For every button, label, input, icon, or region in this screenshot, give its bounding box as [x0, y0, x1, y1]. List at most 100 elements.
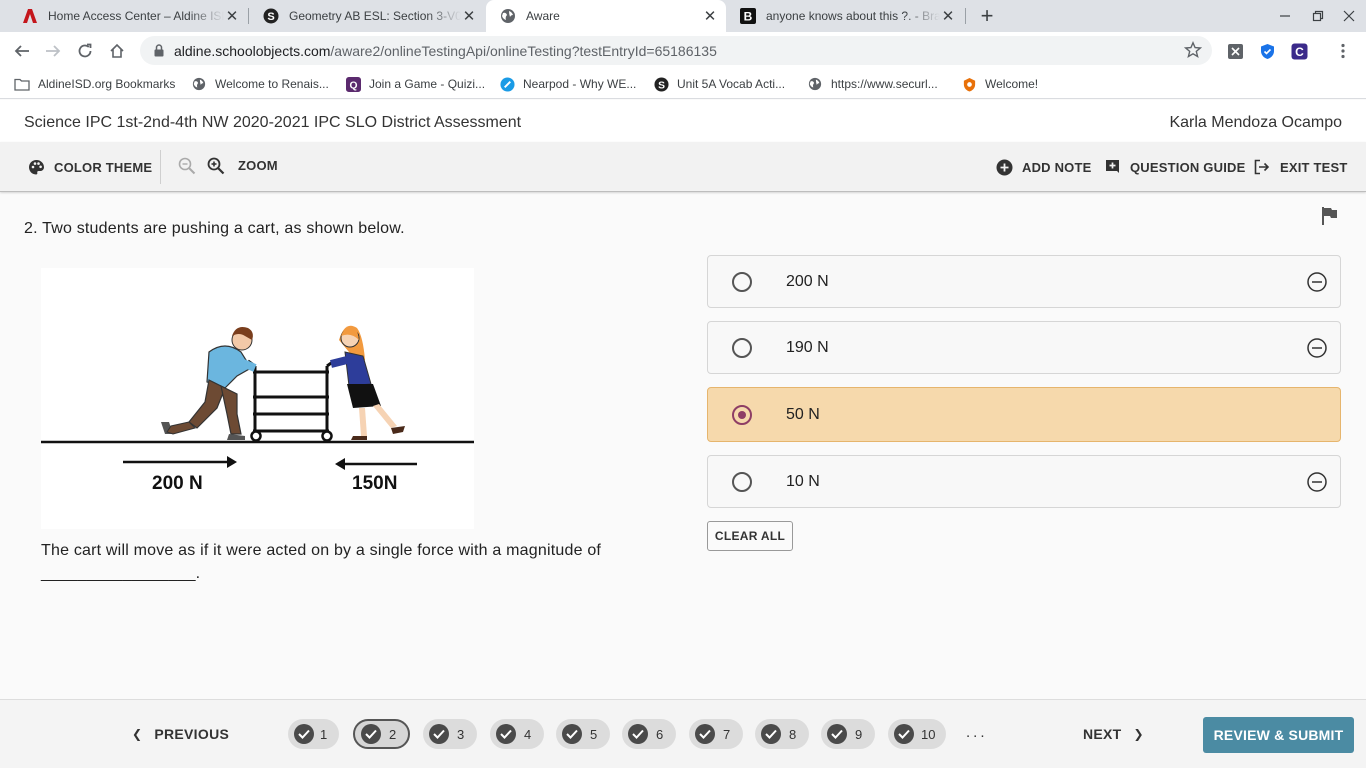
- question-number: 6: [656, 726, 664, 742]
- color-theme-button[interactable]: COLOR THEME: [26, 158, 152, 176]
- add-note-button[interactable]: ADD NOTE: [994, 158, 1092, 176]
- question-number: 3: [457, 726, 465, 742]
- quizizz-icon: Q: [345, 76, 361, 92]
- browser-tab-home-access[interactable]: Home Access Center – Aldine ISD ✕: [8, 0, 248, 32]
- bookmark-aldine[interactable]: AldineISD.org Bookmarks: [14, 76, 175, 92]
- plus-circle-icon: [994, 158, 1014, 176]
- exit-icon: [1252, 158, 1272, 176]
- home-icon[interactable]: [104, 38, 130, 64]
- question-figure: 200 N 150N: [41, 268, 474, 529]
- address-bar[interactable]: aldine.schoolobjects.com/aware2/onlineTe…: [140, 36, 1212, 65]
- url-text: aldine.schoolobjects.com/aware2/onlineTe…: [174, 43, 717, 59]
- close-icon[interactable]: ✕: [702, 8, 718, 25]
- restore-icon[interactable]: [1301, 0, 1335, 32]
- bookmark-renaissance[interactable]: Welcome to Renais...: [191, 76, 329, 92]
- question-number: 10: [921, 726, 936, 742]
- strikethrough-minus-icon[interactable]: [1307, 338, 1327, 358]
- question-pill-9[interactable]: 9: [821, 719, 875, 749]
- test-header: Science IPC 1st-2nd-4th NW 2020-2021 IPC…: [0, 100, 1366, 142]
- question-guide-button[interactable]: QUESTION GUIDE: [1102, 158, 1245, 176]
- clear-all-button[interactable]: CLEAR ALL: [707, 521, 793, 551]
- strikethrough-minus-icon[interactable]: [1307, 472, 1327, 492]
- bookmark-welcome[interactable]: Welcome!: [961, 76, 1038, 92]
- bookmark-star-icon[interactable]: [1183, 41, 1203, 64]
- folder-icon: [14, 76, 30, 92]
- previous-label: PREVIOUS: [154, 726, 230, 742]
- close-window-icon[interactable]: [1332, 0, 1366, 32]
- browser-tab-aware[interactable]: Aware ✕: [486, 0, 726, 32]
- question-number: 2: [389, 726, 397, 742]
- bookmark-quizizz[interactable]: Q Join a Game - Quizi...: [345, 76, 485, 92]
- close-icon[interactable]: ✕: [461, 8, 477, 25]
- radio-button[interactable]: [732, 272, 752, 292]
- zoom-out-icon: [177, 157, 197, 175]
- question-pill-7[interactable]: 7: [689, 719, 743, 749]
- forward-arrow-icon[interactable]: [40, 38, 66, 64]
- radio-button-selected[interactable]: [732, 405, 752, 425]
- reload-icon[interactable]: [72, 38, 98, 64]
- securly-shield-icon[interactable]: [1258, 42, 1276, 60]
- close-icon[interactable]: ✕: [224, 8, 240, 25]
- next-button[interactable]: NEXT ❯: [1083, 726, 1144, 742]
- test-navigation-footer: ❮ PREVIOUS 1 2 3 4 5 6 7 8 9 10 ... NEXT…: [0, 699, 1366, 768]
- radio-button[interactable]: [732, 338, 752, 358]
- check-icon: [628, 724, 648, 744]
- svg-text:S: S: [267, 11, 274, 23]
- right-force-label: 150N: [352, 473, 398, 494]
- zoom-label: ZOOM: [238, 158, 278, 173]
- strikethrough-minus-icon[interactable]: [1307, 272, 1327, 292]
- new-tab-button[interactable]: +: [974, 3, 1000, 28]
- browser-tab-geometry[interactable]: S Geometry AB ESL: Section 3-V02 ✕: [249, 0, 485, 32]
- browser-tab-brainly[interactable]: B anyone knows about this ?. - Brainly ✕: [726, 0, 964, 32]
- question-number: 2.: [24, 220, 38, 237]
- shield-icon: [961, 76, 977, 92]
- check-icon: [429, 724, 449, 744]
- answer-option-a[interactable]: 200 N: [707, 255, 1341, 308]
- bookmark-unit5a[interactable]: S Unit 5A Vocab Acti...: [653, 76, 785, 92]
- minimize-icon[interactable]: [1268, 0, 1302, 32]
- adobe-a-icon: [22, 8, 38, 24]
- question-pill-10[interactable]: 10: [888, 719, 946, 749]
- globe-icon: [500, 8, 516, 24]
- previous-button[interactable]: ❮ PREVIOUS: [132, 726, 229, 742]
- bookmark-label: Welcome to Renais...: [215, 77, 329, 91]
- answer-option-b[interactable]: 190 N: [707, 321, 1341, 374]
- flag-icon[interactable]: [1321, 206, 1339, 231]
- bookmark-label: AldineISD.org Bookmarks: [38, 77, 176, 91]
- extension-puzzle-icon[interactable]: [1226, 42, 1244, 60]
- bookmarks-bar: AldineISD.org Bookmarks Welcome to Renai…: [0, 69, 1366, 99]
- question-pill-1[interactable]: 1: [288, 719, 339, 749]
- zoom-in-icon: [206, 157, 226, 175]
- answer-option-d[interactable]: 10 N: [707, 455, 1341, 508]
- check-icon: [496, 724, 516, 744]
- review-submit-button[interactable]: REVIEW & SUBMIT: [1203, 717, 1354, 753]
- check-icon: [361, 724, 381, 744]
- bookmark-label: Nearpod - Why WE...: [523, 77, 637, 91]
- bookmark-nearpod[interactable]: Nearpod - Why WE...: [499, 76, 636, 92]
- exit-test-button[interactable]: EXIT TEST: [1252, 158, 1348, 176]
- tab-title: anyone knows about this ?. - Brainly: [766, 9, 940, 23]
- radio-button[interactable]: [732, 472, 752, 492]
- brainly-b-icon: B: [740, 8, 756, 24]
- back-arrow-icon[interactable]: [9, 38, 35, 64]
- question-pill-3[interactable]: 3: [423, 719, 477, 749]
- answer-option-c[interactable]: 50 N: [707, 387, 1341, 442]
- bookmark-securly[interactable]: https://www.securl...: [807, 76, 938, 92]
- question-pill-2[interactable]: 2: [353, 719, 410, 749]
- question-pill-8[interactable]: 8: [755, 719, 809, 749]
- zoom-out-button[interactable]: [177, 157, 205, 175]
- lock-icon: [154, 44, 164, 62]
- question-pill-6[interactable]: 6: [622, 719, 676, 749]
- check-icon: [761, 724, 781, 744]
- close-icon[interactable]: ✕: [940, 8, 956, 25]
- toolbar-divider: [160, 150, 161, 184]
- more-questions-ellipsis[interactable]: ...: [966, 724, 988, 741]
- extension-c-icon[interactable]: C: [1290, 42, 1308, 60]
- check-icon: [695, 724, 715, 744]
- zoom-in-button[interactable]: [206, 157, 234, 175]
- browser-menu-icon[interactable]: [1334, 42, 1352, 60]
- test-toolbar: COLOR THEME ZOOM ADD NOTE QUESTION GUIDE…: [0, 142, 1366, 192]
- left-force-label: 200 N: [152, 473, 203, 494]
- question-pill-4[interactable]: 4: [490, 719, 544, 749]
- question-pill-5[interactable]: 5: [556, 719, 610, 749]
